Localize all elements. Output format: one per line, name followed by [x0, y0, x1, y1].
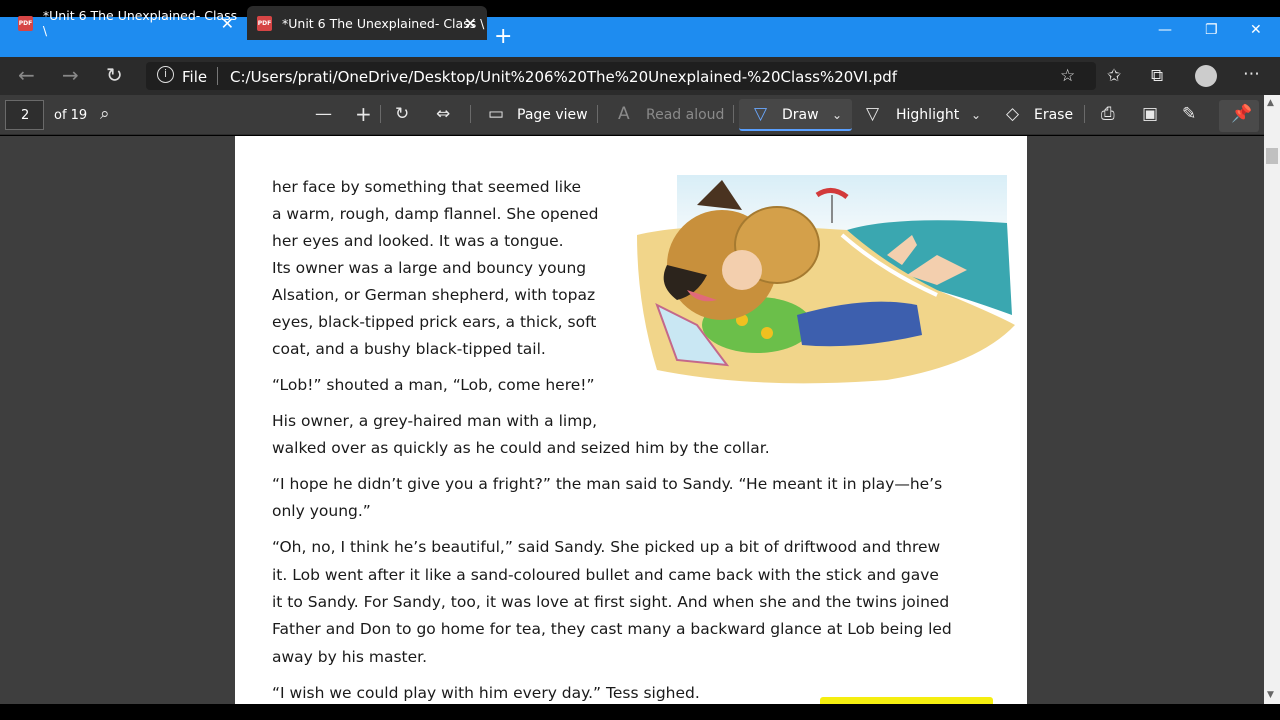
page-number-input[interactable]: 2 — [5, 100, 44, 130]
highlight-icon: ▽ — [866, 104, 880, 124]
tab-2-active[interactable]: PDF *Unit 6 The Unexplained- Class \ ✕ — [247, 6, 487, 40]
favorites-icon[interactable]: ✩ — [1107, 66, 1121, 86]
close-tab-icon[interactable]: ✕ — [464, 14, 477, 33]
eraser-icon: ◇ — [1006, 104, 1020, 124]
info-icon[interactable]: i — [157, 66, 174, 83]
page-view-icon[interactable]: ▭ — [488, 104, 504, 124]
back-icon[interactable]: ← — [18, 63, 35, 87]
add-favorite-icon[interactable]: ☆ — [1060, 66, 1075, 86]
scroll-up-arrow[interactable]: ▲ — [1267, 98, 1274, 108]
text-line: His owner, a grey-haired man with a limp… — [272, 412, 598, 430]
address-separator — [217, 67, 218, 85]
vertical-scrollbar[interactable] — [1264, 95, 1280, 704]
tab-title: *Unit 6 The Unexplained- Class \ — [282, 15, 485, 31]
text-line: Alsation, or German shepherd, with topaz — [272, 286, 596, 304]
text-line: a warm, rough, damp flannel. She opened — [272, 205, 599, 223]
rotate-icon[interactable]: ↻ — [395, 104, 409, 124]
text-line: “I hope he didn’t give you a fright?” th… — [272, 475, 943, 493]
erase-button[interactable]: Erase — [1034, 107, 1073, 123]
restore-icon[interactable]: ❐ — [1205, 22, 1218, 38]
collections-icon[interactable]: ⧉ — [1151, 66, 1163, 86]
minimize-icon[interactable]: — — [1158, 22, 1172, 38]
text-line: her face by something that seemed like — [272, 178, 582, 196]
text-line: Its owner was a large and bouncy young — [272, 259, 587, 277]
toolbar-separator — [733, 105, 734, 123]
url-text[interactable]: C:/Users/prati/OneDrive/Desktop/Unit%206… — [230, 68, 897, 86]
profile-avatar[interactable] — [1195, 65, 1217, 87]
close-tab-icon[interactable]: ✕ — [221, 14, 234, 33]
tab-1[interactable]: PDF *Unit 6 The Unexplained- Class \ ✕ — [8, 6, 244, 40]
zoom-out-icon[interactable]: — — [315, 104, 332, 124]
toolbar-separator — [597, 105, 598, 123]
search-icon[interactable]: ⌕ — [100, 104, 110, 124]
highlight-button[interactable]: Highlight — [896, 107, 959, 123]
text-line: eyes, black-tipped prick ears, a thick, … — [272, 313, 597, 331]
text-line: it. Lob went after it like a sand-colour… — [272, 566, 939, 584]
new-tab-icon[interactable]: + — [494, 26, 512, 48]
text-line: coat, and a bushy black-tipped tail. — [272, 340, 546, 358]
pdf-toolbar — [0, 95, 1280, 135]
draw-icon: ▽ — [754, 104, 768, 124]
read-aloud-icon: A — [618, 104, 630, 124]
save-as-icon[interactable]: ✎ — [1182, 104, 1196, 124]
page-total: of 19 — [54, 108, 88, 123]
text-line: “Lob!” shouted a man, “Lob, come here!” — [272, 376, 595, 394]
text-line: it to Sandy. For Sandy, too, it was love… — [272, 593, 950, 611]
chevron-down-icon[interactable]: ⌄ — [971, 108, 981, 122]
toolbar-separator — [470, 105, 471, 123]
zoom-in-icon[interactable]: + — [355, 102, 372, 126]
save-icon[interactable]: ▣ — [1142, 104, 1158, 124]
text-line: only young.” — [272, 502, 371, 520]
text-line: “I wish we could play with him every day… — [272, 684, 700, 702]
toolbar-separator — [1084, 105, 1085, 123]
pin-icon: 📌 — [1231, 104, 1253, 124]
fit-page-icon[interactable]: ⇔ — [436, 104, 450, 124]
forward-icon[interactable]: → — [62, 63, 79, 87]
read-aloud-button[interactable]: Read aloud — [646, 107, 724, 123]
more-icon[interactable]: ⋯ — [1243, 64, 1260, 84]
text-line: walked over as quickly as he could and s… — [272, 439, 770, 457]
pdf-icon: PDF — [18, 15, 33, 31]
tab-title: *Unit 6 The Unexplained- Class \ — [42, 8, 238, 38]
scroll-thumb[interactable] — [1266, 148, 1278, 164]
bottom-black-bar — [0, 704, 1280, 720]
text-line: her eyes and looked. It was a tongue. — [272, 232, 564, 250]
scroll-down-arrow[interactable]: ▼ — [1267, 690, 1274, 700]
draw-button[interactable]: Draw — [782, 107, 819, 123]
refresh-icon[interactable]: ↻ — [106, 63, 123, 87]
print-icon[interactable]: ⎙ — [1101, 104, 1115, 124]
close-window-icon[interactable]: ✕ — [1250, 22, 1262, 38]
text-line: “Oh, no, I think he’s beautiful,” said S… — [272, 538, 941, 556]
chevron-down-icon[interactable]: ⌄ — [832, 108, 842, 122]
text-line: Father and Don to go home for tea, they … — [272, 620, 952, 638]
highlight-mark — [820, 697, 993, 704]
beach-dog-girl-image — [637, 175, 1017, 397]
file-label: File — [182, 68, 208, 86]
story-illustration — [637, 175, 1017, 397]
page-view-button[interactable]: Page view — [517, 107, 588, 123]
text-line: away by his master. — [272, 648, 428, 666]
toolbar-separator — [380, 105, 381, 123]
pdf-icon: PDF — [257, 15, 272, 31]
